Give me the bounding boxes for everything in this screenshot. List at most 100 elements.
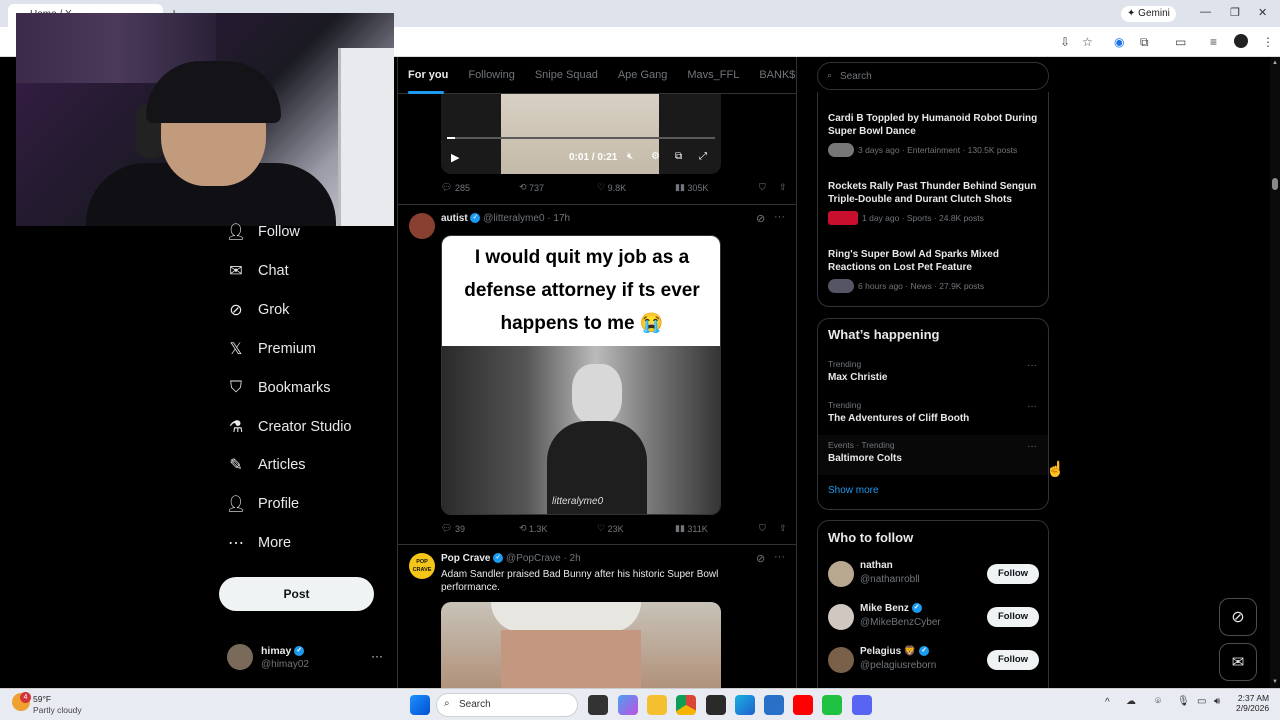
scrollbar-thumb[interactable]: [1272, 178, 1278, 190]
browser-menu-icon[interactable]: ⋮: [1262, 35, 1274, 49]
file-explorer-icon[interactable]: [647, 695, 667, 715]
news-item[interactable]: Rockets Rally Past Thunder Behind Sengun…: [828, 180, 1040, 225]
reading-list-icon[interactable]: ≡: [1210, 35, 1217, 49]
post-button[interactable]: Post: [219, 577, 374, 611]
edge-icon[interactable]: [735, 695, 755, 715]
close-icon[interactable]: ✕: [1258, 6, 1267, 19]
obs-icon[interactable]: [706, 695, 726, 715]
profile-avatar[interactable]: [1234, 34, 1248, 48]
share-icon[interactable]: ⇧: [779, 182, 787, 193]
copilot-icon[interactable]: [618, 695, 638, 715]
account-more-icon[interactable]: ···: [371, 649, 383, 663]
discord-icon[interactable]: [852, 695, 872, 715]
reply-button[interactable]: 💬︎ 39: [441, 523, 519, 534]
sidebar-item-premium[interactable]: 𝕏 Premium: [226, 334, 396, 364]
avatar[interactable]: POP CRAVE: [409, 553, 435, 579]
views-button[interactable]: ▮▮ 311K: [675, 523, 759, 534]
task-view-icon[interactable]: [588, 695, 608, 715]
chrome-icon[interactable]: [676, 695, 696, 715]
sidebar-item-follow[interactable]: 👤︎ Follow: [226, 217, 396, 247]
share-icon[interactable]: ⇧: [779, 523, 787, 534]
show-hidden-icons[interactable]: ^: [1105, 697, 1110, 708]
mic-icon[interactable]: 🎙︎: [1177, 696, 1190, 707]
follow-button[interactable]: Follow: [987, 650, 1039, 670]
puzzle-icon[interactable]: ⧉: [1140, 35, 1149, 50]
account-switcher[interactable]: himay ✓ @himay02 ···: [227, 644, 397, 674]
tab-for-you[interactable]: For you: [398, 57, 458, 93]
star-icon[interactable]: ☆: [1082, 35, 1093, 49]
trend-more-icon[interactable]: ···: [1027, 441, 1037, 452]
sidebar-item-articles[interactable]: ✎ Articles: [226, 450, 396, 480]
post-image[interactable]: [441, 602, 721, 688]
trend-item[interactable]: Trending The Adventures of Cliff Booth ·…: [818, 398, 1048, 438]
author-handle[interactable]: @PopCrave: [506, 553, 561, 564]
weather-desc[interactable]: Partly cloudy: [33, 705, 82, 715]
tab-snipe-squad[interactable]: Snipe Squad: [525, 57, 608, 93]
mute-icon[interactable]: 🔇︎: [627, 151, 633, 162]
avatar[interactable]: [409, 213, 435, 239]
video-progress-track[interactable]: [447, 137, 715, 139]
sidebar-item-bookmarks[interactable]: ⛉ Bookmarks: [226, 373, 396, 403]
sidebar-item-grok[interactable]: ⊘ Grok: [226, 295, 396, 325]
pip-icon[interactable]: ⧉: [675, 151, 682, 162]
tab-banks-int[interactable]: BANK$ INT: [749, 57, 796, 93]
scroll-down-icon[interactable]: ▼: [1272, 679, 1278, 685]
like-button[interactable]: ♡ 9.8K: [597, 182, 675, 193]
play-icon[interactable]: ▶: [451, 151, 459, 164]
views-button[interactable]: ▮▮ 305K: [675, 182, 759, 193]
sidebar-item-more[interactable]: ⋯ More: [226, 528, 396, 558]
like-button[interactable]: ♡ 23K: [597, 523, 675, 534]
author-handle[interactable]: @litteralyme0: [483, 213, 544, 224]
tab-mavs-ffl[interactable]: Mavs_FFL: [677, 57, 749, 93]
bookmark-icon[interactable]: ⛉: [759, 182, 779, 193]
extension-icon[interactable]: ◉: [1114, 35, 1124, 49]
grok-icon[interactable]: ⊘: [756, 552, 765, 565]
app-icon[interactable]: [822, 695, 842, 715]
start-icon[interactable]: [410, 695, 430, 715]
show-more-link[interactable]: Show more: [828, 485, 879, 496]
onedrive-icon[interactable]: ☁: [1126, 696, 1136, 707]
restore-icon[interactable]: ❐: [1230, 6, 1240, 19]
taskbar-search[interactable]: ⌕ Search: [436, 693, 578, 717]
author-name[interactable]: Pop Crave: [441, 553, 490, 564]
sidepanel-icon[interactable]: ▭: [1175, 35, 1186, 49]
fullscreen-icon[interactable]: ⤢: [699, 151, 707, 162]
trend-item[interactable]: Trending Max Christie ···: [818, 357, 1048, 397]
grok-icon[interactable]: ⊘: [756, 212, 765, 225]
network-icon[interactable]: ⌾: [1155, 696, 1161, 707]
follow-suggestion[interactable]: nathan @nathanrobll Follow: [818, 559, 1048, 595]
tab-ape-gang[interactable]: Ape Gang: [608, 57, 678, 93]
grok-fab[interactable]: ⊘: [1219, 598, 1257, 636]
display-icon[interactable]: ▭: [1197, 696, 1206, 707]
sidebar-item-chat[interactable]: ✉ Chat: [226, 256, 396, 286]
post-image[interactable]: I would quit my job as a defense attorne…: [441, 235, 721, 515]
tab-following[interactable]: Following: [458, 57, 524, 93]
messages-fab[interactable]: ✉: [1219, 643, 1257, 681]
bookmark-icon[interactable]: ⛉: [759, 523, 779, 534]
follow-button[interactable]: Follow: [987, 564, 1039, 584]
trend-item[interactable]: Events · Trending Baltimore Colts ···: [818, 435, 1048, 475]
volume-icon[interactable]: 🔊︎: [1214, 696, 1220, 707]
store-icon[interactable]: [764, 695, 784, 715]
post-more-icon[interactable]: ···: [774, 551, 785, 563]
minimize-icon[interactable]: —: [1200, 6, 1211, 18]
author-name[interactable]: autist: [441, 213, 468, 224]
scroll-up-icon[interactable]: ▲: [1272, 60, 1278, 66]
reply-button[interactable]: 💬︎ 285: [441, 182, 519, 193]
sidebar-item-profile[interactable]: 👤︎ Profile: [226, 489, 396, 519]
follow-suggestion[interactable]: Pelagius 🦁 ✓ @pelagiusreborn Follow: [818, 645, 1048, 681]
youtube-icon[interactable]: [793, 695, 813, 715]
trend-more-icon[interactable]: ···: [1027, 401, 1037, 412]
post-time[interactable]: · 17h: [547, 213, 570, 224]
follow-button[interactable]: Follow: [987, 607, 1039, 627]
post-time[interactable]: · 2h: [563, 553, 580, 564]
follow-suggestion[interactable]: Mike Benz ✓ @MikeBenzCyber Follow: [818, 602, 1048, 638]
gemini-button[interactable]: ✦ Gemini: [1121, 6, 1176, 22]
weather-temp[interactable]: 59°F: [33, 694, 51, 704]
clock[interactable]: 2:37 AM 2/9/2026: [1236, 693, 1269, 713]
search-input[interactable]: ⌕ Search: [817, 62, 1049, 90]
install-icon[interactable]: ⇩: [1060, 35, 1070, 49]
post-more-icon[interactable]: ···: [774, 211, 785, 223]
repost-button[interactable]: ⟲ 737: [519, 182, 597, 193]
settings-icon[interactable]: ⚙: [651, 151, 660, 162]
